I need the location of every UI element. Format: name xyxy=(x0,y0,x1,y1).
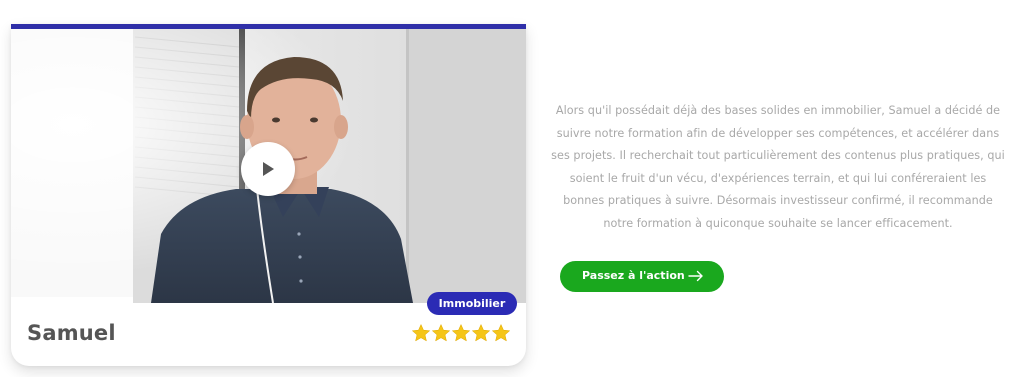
play-button[interactable] xyxy=(241,142,295,196)
testimonial-section: Immobilier Samuel Alors qu'il possédait … xyxy=(0,0,1024,377)
play-icon xyxy=(263,162,274,176)
star-icon xyxy=(411,323,431,342)
video-thumbnail[interactable] xyxy=(11,29,526,303)
arrow-right-icon xyxy=(688,270,703,282)
star-rating xyxy=(411,323,511,345)
star-icon xyxy=(491,323,511,342)
star-icon xyxy=(451,323,471,342)
star-icon xyxy=(431,323,451,342)
testimonial-description: Alors qu'il possédait déjà des bases sol… xyxy=(551,104,1005,230)
category-badge: Immobilier xyxy=(427,292,517,315)
star-icon xyxy=(471,323,491,342)
cta-label: Passez à l'action xyxy=(582,269,685,282)
person-name: Samuel xyxy=(27,321,116,345)
testimonial-card: Immobilier Samuel xyxy=(11,24,526,366)
cta-button[interactable]: Passez à l'action xyxy=(560,261,724,292)
